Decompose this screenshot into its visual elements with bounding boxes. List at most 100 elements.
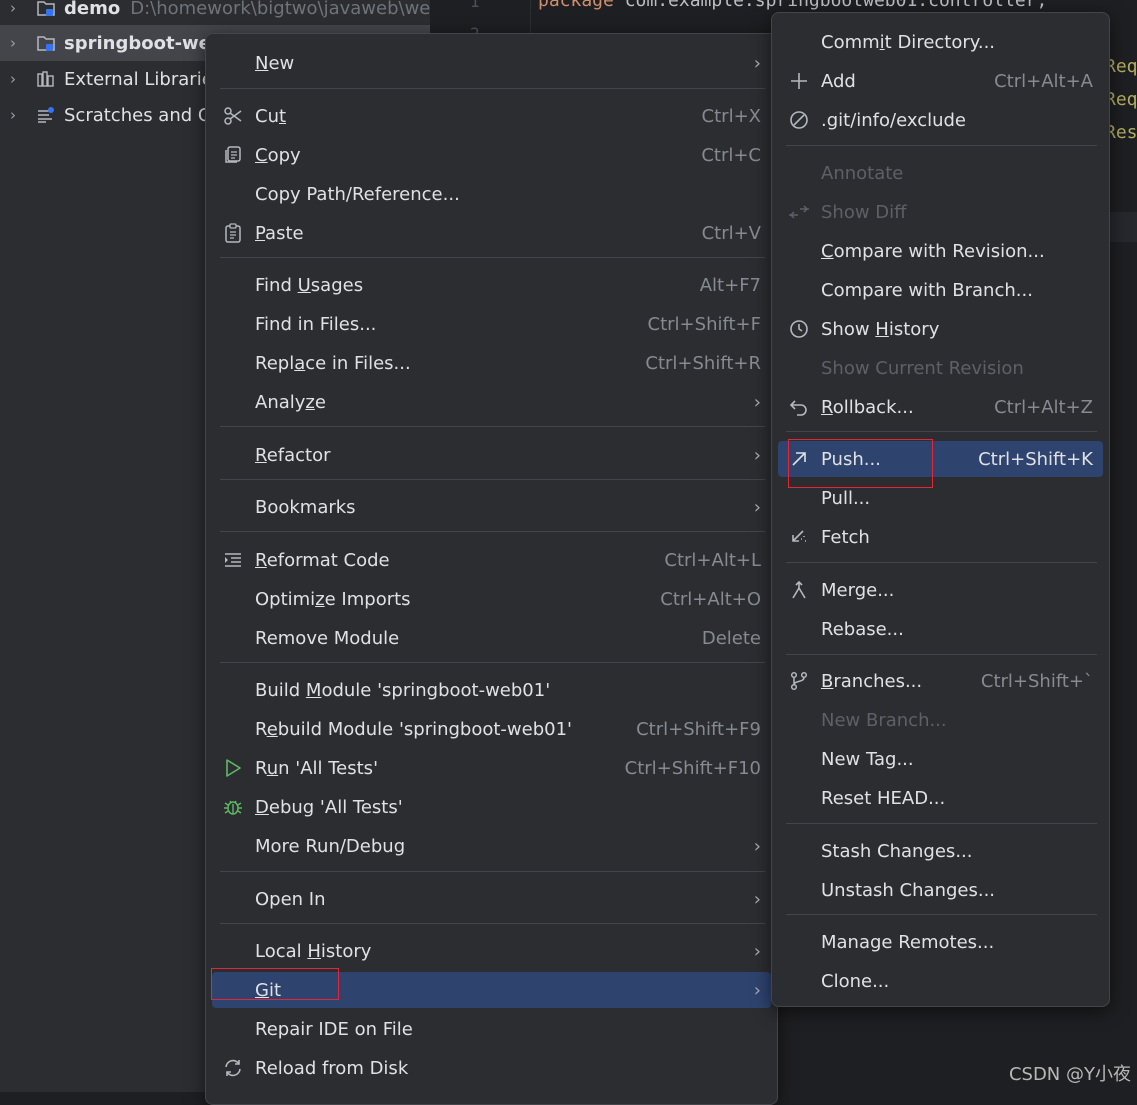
module-folder-icon xyxy=(32,0,60,18)
chevron-right-icon: › xyxy=(753,496,761,518)
menu-item-open-in[interactable]: Open In › xyxy=(218,881,765,917)
menu-item-repair-ide[interactable]: Repair IDE on File xyxy=(218,1011,765,1047)
run-icon xyxy=(220,755,246,781)
tree-item-path: D:\homework\bigtwo\javaweb\we xyxy=(130,0,431,19)
menu-item-cut[interactable]: Cut Ctrl+X xyxy=(218,98,765,134)
tree-item-demo[interactable]: › demo D:\homework\bigtwo\javaweb\we xyxy=(0,0,440,26)
git-item-exclude[interactable]: .git/info/exclude xyxy=(784,102,1097,138)
menu-item-more-run-debug[interactable]: More Run/Debug › xyxy=(218,828,765,864)
shortcut-label: Ctrl+Shift+F xyxy=(647,313,761,335)
git-item-rebase[interactable]: Rebase... xyxy=(784,611,1097,647)
menu-separator xyxy=(220,531,765,532)
git-item-compare-revision[interactable]: Compare with Revision... xyxy=(784,233,1097,269)
menu-item-optimize-imports[interactable]: Optimize Imports Ctrl+Alt+O xyxy=(218,581,765,617)
git-item-add[interactable]: Add Ctrl+Alt+A xyxy=(784,63,1097,99)
git-item-merge[interactable]: Merge... xyxy=(784,572,1097,608)
git-item-annotate: Annotate xyxy=(821,162,904,184)
chevron-right-icon[interactable]: › xyxy=(2,34,24,52)
undo-icon xyxy=(786,394,812,420)
clock-icon xyxy=(786,316,812,342)
chevron-right-icon: › xyxy=(753,835,761,857)
git-item-unstash[interactable]: Unstash Changes... xyxy=(784,872,1097,908)
git-item-show-diff: Show Diff xyxy=(784,194,1097,230)
menu-item-run-tests[interactable]: Run 'All Tests' Ctrl+Shift+F10 xyxy=(218,750,765,786)
context-menu: New › Cut Ctrl+X Copy Ctrl+C Copy Path/R… xyxy=(205,33,778,1105)
menu-separator xyxy=(220,257,765,258)
tree-item-label: springboot-we xyxy=(64,32,211,54)
menu-item-bookmarks[interactable]: Bookmarks › xyxy=(218,489,765,525)
shortcut-label: Delete xyxy=(701,627,761,649)
chevron-right-icon: › xyxy=(753,888,761,910)
menu-separator xyxy=(220,923,765,924)
git-item-show-history[interactable]: Show History xyxy=(784,311,1097,347)
menu-item-new[interactable]: New › xyxy=(218,45,765,81)
shortcut-label: Ctrl+Alt+A xyxy=(994,70,1093,92)
git-item-new-branch: New Branch... xyxy=(821,709,947,731)
chevron-right-icon: › xyxy=(753,391,761,413)
clipboard-icon xyxy=(220,220,246,246)
menu-item-analyze[interactable]: Analyze › xyxy=(218,384,765,420)
fetch-icon xyxy=(786,524,812,550)
chevron-right-icon[interactable]: › xyxy=(2,106,24,124)
git-item-manage-remotes[interactable]: Manage Remotes... xyxy=(784,924,1097,960)
annotation-highlight-box xyxy=(788,439,933,488)
menu-item-refactor[interactable]: Refactor › xyxy=(218,437,765,473)
menu-item-copy[interactable]: Copy Ctrl+C xyxy=(218,137,765,173)
chevron-right-icon: › xyxy=(753,979,761,1001)
chevron-right-icon[interactable]: › xyxy=(2,70,24,88)
scratches-icon xyxy=(32,105,60,125)
shortcut-label: Ctrl+Shift+K xyxy=(978,448,1093,470)
menu-separator xyxy=(220,662,765,663)
menu-item-find-in-files[interactable]: Find in Files... Ctrl+Shift+F xyxy=(218,306,765,342)
code-keyword: package xyxy=(538,0,614,11)
git-item-commit-directory[interactable]: Commit Directory... xyxy=(784,24,1097,60)
menu-item-rebuild-module[interactable]: Rebuild Module 'springboot-web01' Ctrl+S… xyxy=(218,711,765,747)
menu-separator xyxy=(220,88,765,89)
libraries-icon xyxy=(32,69,60,89)
annotation-highlight-box xyxy=(211,968,339,1000)
menu-item-debug-tests[interactable]: Debug 'All Tests' xyxy=(218,789,765,825)
merge-icon xyxy=(786,577,812,603)
shortcut-label: Ctrl+V xyxy=(701,222,761,244)
menu-separator xyxy=(786,914,1097,915)
menu-item-paste[interactable]: Paste Ctrl+V xyxy=(218,215,765,251)
shortcut-label: Ctrl+Shift+F9 xyxy=(636,718,761,740)
chevron-right-icon[interactable]: › xyxy=(2,0,24,17)
menu-separator xyxy=(220,426,765,427)
reformat-icon xyxy=(220,547,246,573)
shortcut-label: Ctrl+Alt+O xyxy=(660,588,761,610)
git-item-clone[interactable]: Clone... xyxy=(784,963,1097,999)
git-item-stash[interactable]: Stash Changes... xyxy=(784,833,1097,869)
chevron-right-icon: › xyxy=(753,940,761,962)
debug-bug-icon xyxy=(220,794,246,820)
menu-item-copy-path[interactable]: Copy Path/Reference... xyxy=(218,176,765,212)
line-number: 1 xyxy=(470,0,480,11)
tree-item-label: Scratches and C xyxy=(64,104,211,126)
menu-separator xyxy=(786,145,1097,146)
menu-item-find-usages[interactable]: Find Usages Alt+F7 xyxy=(218,267,765,303)
code-text: com.example.springbootweb01.controller; xyxy=(613,0,1048,11)
shortcut-label: Ctrl+Alt+Z xyxy=(994,396,1093,418)
menu-item-reformat-code[interactable]: Reformat Code Ctrl+Alt+L xyxy=(218,542,765,578)
shortcut-label: Ctrl+Shift+R xyxy=(645,352,761,374)
git-item-branches[interactable]: Branches... Ctrl+Shift+` xyxy=(784,663,1097,699)
module-folder-icon xyxy=(32,33,60,53)
shortcut-label: Ctrl+C xyxy=(701,144,761,166)
git-item-reset-head[interactable]: Reset HEAD... xyxy=(784,780,1097,816)
watermark: CSDN @Y小夜 xyxy=(1008,1064,1131,1085)
menu-item-remove-module[interactable]: Remove Module Delete xyxy=(218,620,765,656)
menu-item-local-history[interactable]: Local History › xyxy=(218,933,765,969)
menu-separator xyxy=(220,871,765,872)
git-submenu: Commit Directory... Add Ctrl+Alt+A .git/… xyxy=(771,12,1110,1007)
menu-item-replace-in-files[interactable]: Replace in Files... Ctrl+Shift+R xyxy=(218,345,765,381)
menu-item-build-module[interactable]: Build Module 'springboot-web01' xyxy=(218,672,765,708)
menu-separator xyxy=(786,562,1097,563)
shortcut-label: Ctrl+Alt+L xyxy=(664,549,761,571)
git-item-fetch[interactable]: Fetch xyxy=(784,519,1097,555)
git-item-new-tag[interactable]: New Tag... xyxy=(784,741,1097,777)
shortcut-label: Ctrl+X xyxy=(701,105,761,127)
ignore-icon xyxy=(786,107,812,133)
git-item-rollback[interactable]: Rollback... Ctrl+Alt+Z xyxy=(784,389,1097,425)
menu-item-reload-from-disk[interactable]: Reload from Disk xyxy=(218,1050,765,1086)
git-item-compare-branch[interactable]: Compare with Branch... xyxy=(784,272,1097,308)
